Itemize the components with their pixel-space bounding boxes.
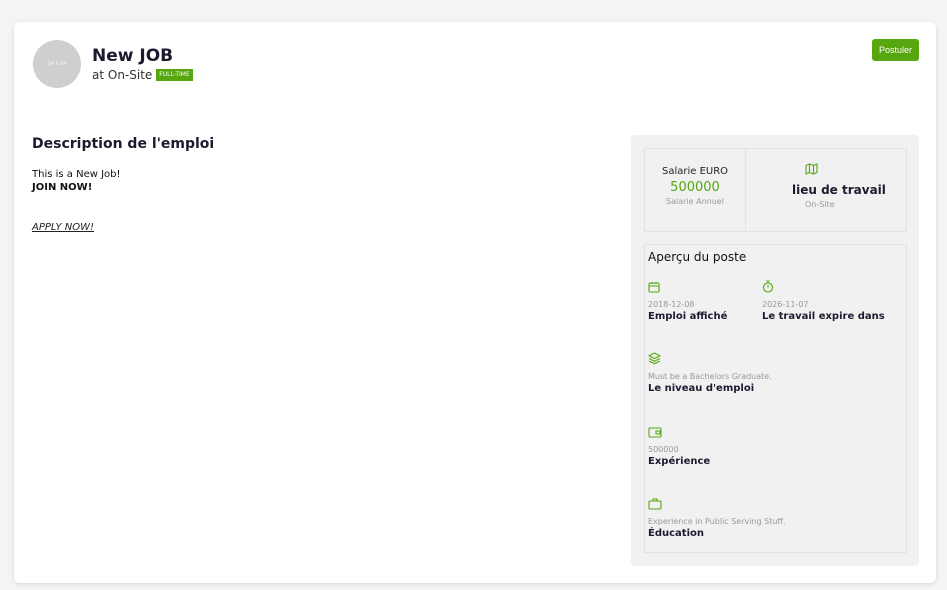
job-type-badge: FULL-TIME [156,69,193,81]
salary-block: Salarie EURO 500000 Salarie Annuel [645,149,746,231]
education-label: Éducation [648,528,704,539]
map-icon [792,163,818,175]
workplace-label: lieu de travail [792,183,886,197]
expiry-date-value: 2026-11-07 [762,300,809,309]
posted-date-value: 2018-12-08 [648,300,695,309]
description-line: This is a New Job! [32,169,121,180]
description-callout: JOIN NOW! [32,182,93,193]
job-card: 84 x 84 New JOB at On-Site FULL-TIME Pos… [14,22,936,583]
job-info-panel: Salarie EURO 500000 Salarie Annuel lieu … [631,135,919,566]
apply-now-link[interactable]: APPLY NOW! [32,222,94,233]
description-heading: Description de l'emploi [32,136,215,152]
job-level-item: Must be a Bachelors Graduate. Le niveau … [648,350,772,394]
expiry-date-label: Le travail expire dans [762,311,885,322]
job-subtitle: at On-Site FULL-TIME [92,68,193,82]
overview-title: Aperçu du poste [648,250,747,264]
posted-date-item: 2018-12-08 Emploi affiché [648,278,727,322]
workplace-block: lieu de travail On-Site [746,149,906,231]
salary-location-box: Salarie EURO 500000 Salarie Annuel lieu … [644,148,907,232]
wallet-icon [648,427,662,438]
description-body: This is a New Job! JOIN NOW! [32,168,121,194]
job-level-label: Le niveau d'emploi [648,383,755,394]
posted-date-label: Emploi affiché [648,311,728,322]
experience-value: 500000 [648,445,679,454]
expiry-date-item: 2026-11-07 Le travail expire dans [762,278,885,322]
experience-label: Expérience [648,456,711,467]
salary-value: 500000 [670,180,720,195]
briefcase-icon [648,497,662,510]
salary-label: Salarie EURO [661,166,729,177]
education-value: Experience in Public Serving Stuff. [648,517,786,526]
apply-button[interactable]: Postuler [871,39,919,61]
workplace-value: On-Site [805,200,835,209]
job-location-text: at On-Site [92,68,153,82]
salary-period: Salarie Annuel [666,197,724,206]
company-avatar: 84 x 84 [33,40,81,88]
layers-icon [648,352,661,365]
job-level-value: Must be a Bachelors Graduate. [648,372,772,381]
education-item: Experience in Public Serving Stuff. Éduc… [648,495,786,539]
calendar-icon [648,281,660,293]
job-overview: Aperçu du poste 2018-12-08 Emploi affich… [644,244,907,553]
job-title: New JOB [92,46,174,66]
stopwatch-icon [762,280,774,293]
experience-item: 500000 Expérience [648,423,710,467]
